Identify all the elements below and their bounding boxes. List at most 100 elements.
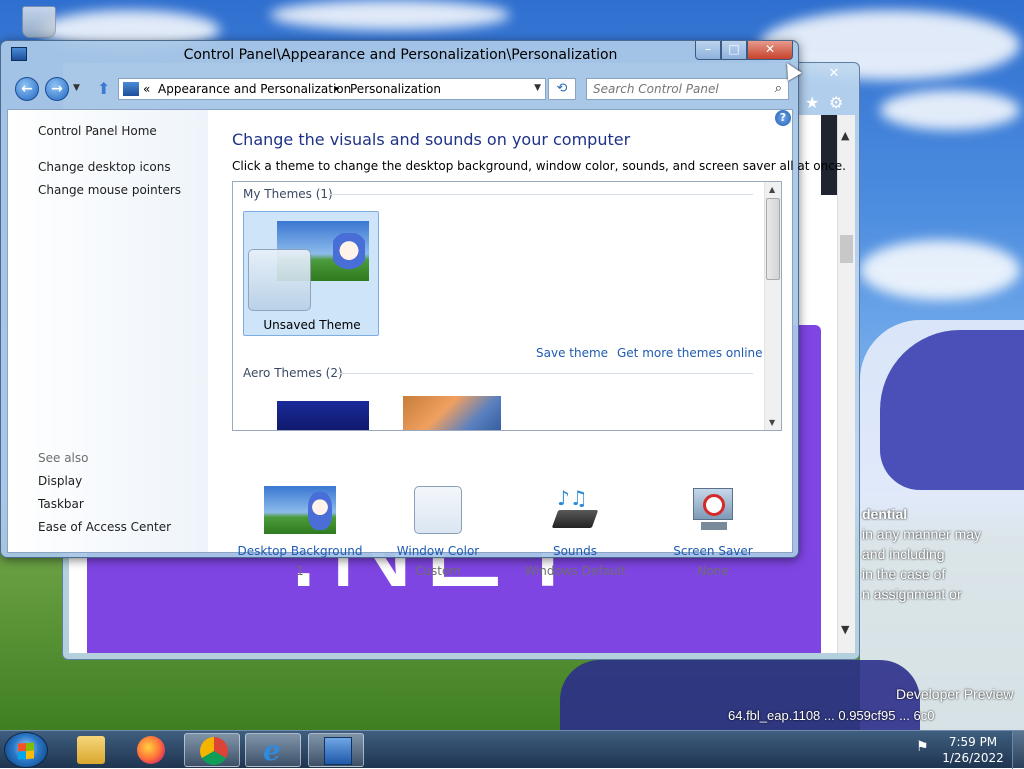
- desktop-background-value: 1: [296, 564, 304, 578]
- cloud: [860, 240, 1020, 300]
- scroll-up-arrow-icon[interactable]: ▲: [841, 129, 849, 142]
- maximize-button[interactable]: □: [721, 41, 747, 60]
- recycle-bin-icon[interactable]: [22, 6, 56, 38]
- close-button[interactable]: ✕: [747, 41, 793, 60]
- forward-button[interactable]: →: [45, 77, 69, 101]
- see-also-heading: See also: [38, 451, 89, 465]
- control-panel-icon: [123, 82, 139, 96]
- screen-saver-item[interactable]: Screen Saver None: [643, 486, 783, 578]
- left-pane: Control Panel Home Change desktop icons …: [8, 110, 208, 552]
- window-color-value: Custom: [415, 564, 461, 578]
- file-explorer-icon: [77, 736, 105, 764]
- network-icon[interactable]: ⚑: [916, 739, 929, 755]
- theme-list-scrollbar[interactable]: ▲ ▼: [764, 182, 781, 430]
- clock[interactable]: 7:59 PM 1/26/2022: [938, 734, 1008, 766]
- desktop-text-line: and including: [862, 546, 945, 562]
- refresh-button[interactable]: ⟲: [548, 78, 576, 100]
- sounds-label[interactable]: Sounds: [505, 544, 645, 558]
- internet-explorer-icon: e: [263, 734, 281, 767]
- chrome-icon: [200, 737, 228, 765]
- clock-time: 7:59 PM: [948, 735, 998, 749]
- title-bar[interactable]: Control Panel\Appearance and Personaliza…: [1, 41, 798, 71]
- window-title: Control Panel\Appearance and Personaliza…: [183, 47, 618, 63]
- sounds-item[interactable]: ♪♫ Sounds Windows Default: [505, 486, 645, 578]
- desktop-background-icon: [264, 486, 336, 534]
- windows-logo-icon: [18, 742, 34, 760]
- navigation-bar: ← → ▼ ⬆ « Appearance and Personalization…: [7, 75, 793, 103]
- scroll-down-arrow-icon[interactable]: ▼: [841, 623, 849, 636]
- scroll-thumb[interactable]: [840, 235, 853, 263]
- desktop-text-line: dential: [862, 506, 908, 522]
- taskbar-item-chrome[interactable]: [184, 733, 240, 767]
- gear-icon[interactable]: ⚙: [829, 93, 843, 112]
- recent-pages-dropdown-icon[interactable]: ▼: [73, 83, 80, 93]
- change-desktop-icons-link[interactable]: Change desktop icons: [38, 160, 171, 174]
- help-button[interactable]: ?: [775, 110, 791, 126]
- clock-date: 1/26/2022: [942, 751, 1004, 765]
- theme-label: Unsaved Theme: [263, 318, 361, 332]
- desktop-text-line: in the case of: [862, 566, 946, 582]
- scroll-thumb[interactable]: [766, 198, 780, 280]
- taskbar-item-ie[interactable]: e: [245, 733, 301, 767]
- firefox-icon: [137, 736, 165, 764]
- scroll-down-arrow-icon[interactable]: ▼: [769, 418, 775, 427]
- address-dropdown-icon[interactable]: ▼: [534, 83, 541, 93]
- show-desktop-button[interactable]: [1012, 731, 1024, 769]
- window-color-item[interactable]: Window Color Custom: [368, 486, 508, 578]
- desktop-text-line: in any manner may: [862, 526, 982, 542]
- taskbar-item-control-panel[interactable]: [308, 733, 364, 767]
- screen-saver-value: None: [697, 564, 729, 578]
- search-box[interactable]: ⌕: [586, 78, 789, 100]
- desktop-background-item[interactable]: Desktop Background 1: [230, 486, 370, 578]
- page-title: Change the visuals and sounds on your co…: [232, 130, 631, 149]
- sounds-value: Windows Default: [524, 564, 626, 578]
- breadcrumb-overflow[interactable]: «: [143, 82, 150, 96]
- start-button[interactable]: [4, 732, 48, 768]
- screen-saver-icon: [689, 486, 737, 534]
- address-bar[interactable]: « Appearance and Personalization ▸ Perso…: [118, 78, 546, 100]
- aero-theme-landscapes[interactable]: [403, 396, 501, 430]
- divider: [337, 373, 753, 374]
- save-theme-link[interactable]: Save theme: [536, 346, 608, 360]
- star-icon[interactable]: ★: [805, 93, 819, 112]
- aero-theme-windows[interactable]: [277, 401, 369, 430]
- taskbar-item-explorer[interactable]: [62, 733, 118, 767]
- desktop-text-line: n assignment or: [862, 586, 962, 602]
- window-color-icon: [414, 486, 462, 534]
- cloud: [270, 0, 510, 30]
- anime-hair-shape: [880, 330, 1024, 490]
- get-more-themes-link[interactable]: Get more themes online: [617, 346, 763, 360]
- control-panel-window[interactable]: Control Panel\Appearance and Personaliza…: [0, 40, 846, 578]
- breadcrumb-appearance[interactable]: Appearance and Personalization: [158, 82, 351, 96]
- display-link[interactable]: Display: [38, 474, 82, 488]
- breadcrumb-personalization[interactable]: Personalization: [350, 82, 441, 96]
- desktop-background-label[interactable]: Desktop Background: [230, 544, 370, 558]
- my-themes-heading: My Themes (1): [243, 187, 333, 201]
- control-panel-icon: [324, 737, 352, 765]
- theme-unsaved[interactable]: Unsaved Theme: [243, 211, 379, 336]
- window-color-preview: [248, 249, 311, 311]
- up-arrow-icon[interactable]: ⬆: [97, 79, 110, 98]
- control-panel-home-link[interactable]: Control Panel Home: [38, 124, 157, 138]
- browser-scrollbar[interactable]: ▲ ▼: [837, 115, 855, 653]
- screen-saver-label[interactable]: Screen Saver: [643, 544, 783, 558]
- sounds-icon: ♪♫: [551, 486, 599, 534]
- theme-list[interactable]: My Themes (1) Unsaved Theme Save theme G…: [232, 181, 782, 431]
- minimize-button[interactable]: –: [695, 41, 721, 60]
- taskbar-item-firefox[interactable]: [122, 733, 178, 767]
- close-icon[interactable]: ✕: [821, 65, 847, 83]
- client-area: Control Panel Home Change desktop icons …: [7, 109, 846, 578]
- scroll-up-arrow-icon[interactable]: ▲: [769, 185, 775, 194]
- search-input[interactable]: [587, 79, 763, 99]
- search-icon[interactable]: ⌕: [775, 81, 782, 96]
- taskbar: e ⚑ 7:59 PM 1/26/2022: [0, 730, 1024, 769]
- back-button[interactable]: ←: [15, 77, 39, 101]
- window-color-label[interactable]: Window Color: [368, 544, 508, 558]
- divider: [329, 194, 753, 195]
- breadcrumb-separator-icon[interactable]: ▸: [335, 84, 340, 94]
- ease-of-access-link[interactable]: Ease of Access Center: [38, 520, 171, 534]
- change-mouse-pointers-link[interactable]: Change mouse pointers: [38, 183, 181, 197]
- desktop-text-line: Developer Preview: [896, 686, 1014, 702]
- taskbar-link[interactable]: Taskbar: [38, 497, 84, 511]
- aero-themes-heading: Aero Themes (2): [243, 366, 343, 380]
